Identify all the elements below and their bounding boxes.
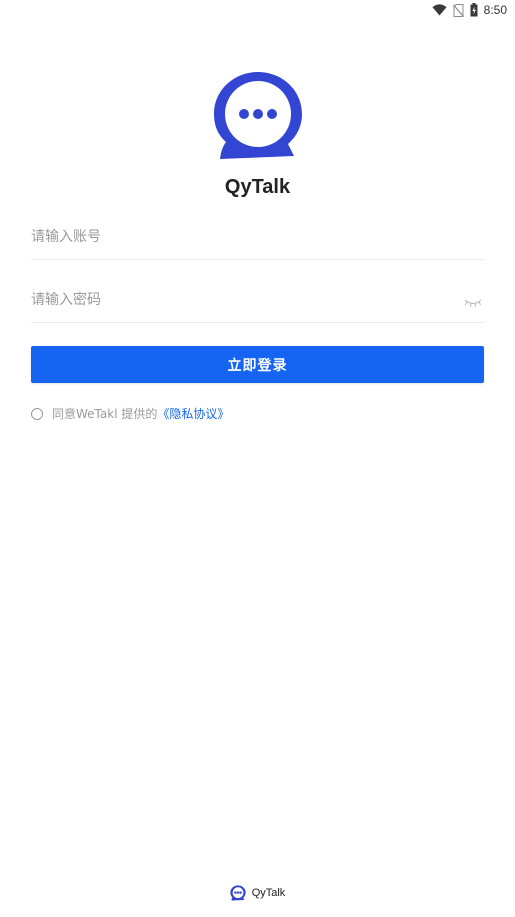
app-logo [212, 70, 304, 162]
no-sim-icon [452, 3, 464, 17]
agreement-row: 同意WeTakl 提供的 《隐私协议》 [31, 405, 229, 422]
password-field [31, 282, 484, 323]
privacy-link[interactable]: 《隐私协议》 [157, 405, 229, 422]
battery-charging-icon [470, 3, 478, 17]
eye-closed-icon[interactable] [464, 294, 482, 307]
status-bar: 8:50 [0, 0, 515, 22]
footer: QyTalk [0, 885, 515, 901]
footer-chat-bubble-icon [230, 885, 246, 901]
account-input[interactable] [31, 219, 451, 255]
agree-radio[interactable] [31, 407, 43, 420]
status-icons: 8:50 [432, 3, 507, 17]
status-time: 8:50 [483, 3, 507, 17]
login-button[interactable]: 立即登录 [31, 346, 484, 383]
wifi-icon [432, 4, 447, 16]
footer-app-name: QyTalk [251, 887, 286, 899]
password-input[interactable] [31, 282, 451, 318]
app-title: QyTalk [224, 176, 291, 198]
agreement-text: 同意WeTakl 提供的 [52, 407, 158, 421]
chat-bubble-icon [214, 72, 302, 159]
account-field [31, 219, 484, 260]
